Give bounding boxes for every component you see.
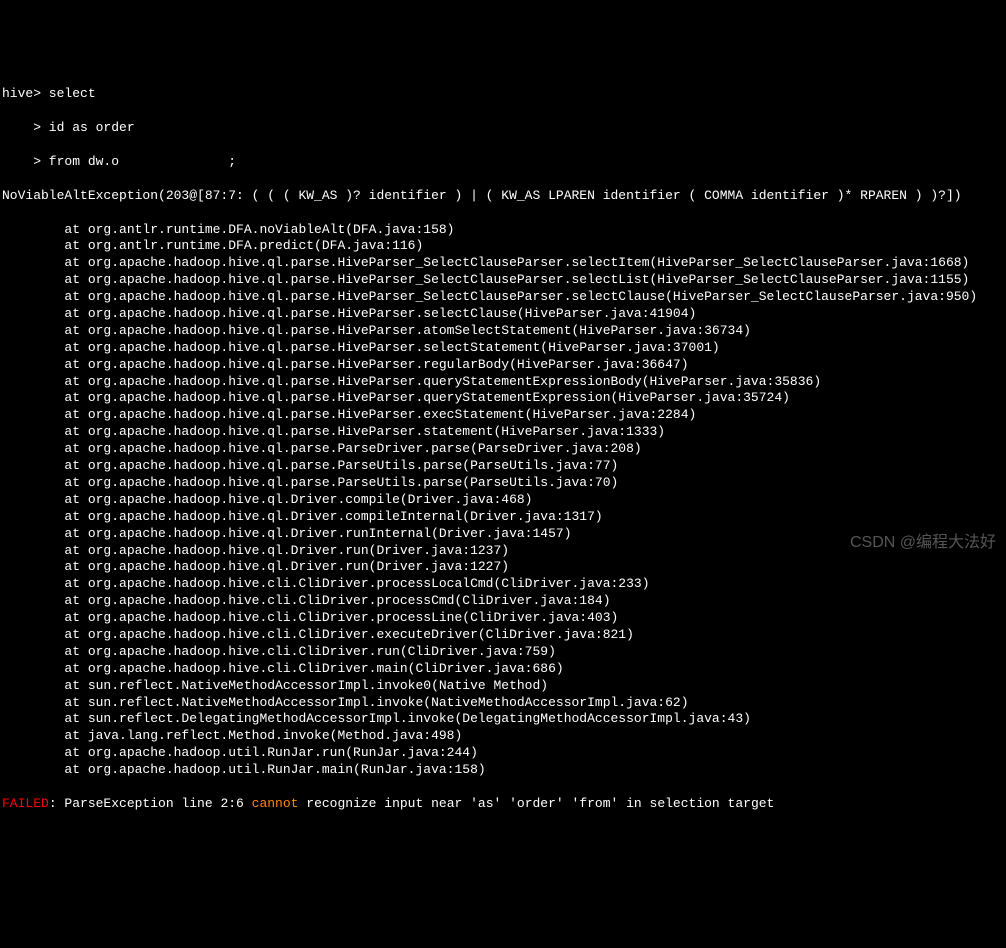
stack-trace-line: at org.apache.hadoop.hive.cli.CliDriver.… xyxy=(2,610,1004,627)
stack-trace-line: at org.apache.hadoop.hive.ql.parse.Parse… xyxy=(2,475,1004,492)
stack-trace-line: at org.apache.hadoop.hive.ql.parse.HiveP… xyxy=(2,340,1004,357)
stack-trace-line: at org.apache.hadoop.hive.ql.Driver.comp… xyxy=(2,509,1004,526)
stack-trace-line: at org.apache.hadoop.hive.ql.parse.HiveP… xyxy=(2,272,1004,289)
stack-trace-line: at org.apache.hadoop.util.RunJar.main(Ru… xyxy=(2,762,1004,779)
failed-label: FAILED xyxy=(2,796,49,811)
stack-trace-line: at org.apache.hadoop.hive.ql.parse.HiveP… xyxy=(2,255,1004,272)
stack-trace-line: at org.apache.hadoop.hive.ql.Driver.run(… xyxy=(2,559,1004,576)
parse-exception-prefix: ParseException line 2:6 xyxy=(64,796,251,811)
stack-trace-line: at org.apache.hadoop.hive.ql.parse.HiveP… xyxy=(2,323,1004,340)
stack-trace-line: at org.apache.hadoop.hive.ql.parse.HiveP… xyxy=(2,374,1004,391)
stack-trace-line: at org.apache.hadoop.hive.cli.CliDriver.… xyxy=(2,576,1004,593)
stack-trace-line: at sun.reflect.NativeMethodAccessorImpl.… xyxy=(2,695,1004,712)
cannot-keyword: cannot xyxy=(252,796,299,811)
hive-prompt-line-3: > from dw.o ; xyxy=(2,154,1004,171)
stack-trace-line: at org.apache.hadoop.hive.ql.parse.Parse… xyxy=(2,458,1004,475)
stack-trace-line: at java.lang.reflect.Method.invoke(Metho… xyxy=(2,728,1004,745)
terminal-output: hive> select > id as order > from dw.o ;… xyxy=(2,70,1004,830)
stack-trace-line: at org.apache.hadoop.hive.cli.CliDriver.… xyxy=(2,627,1004,644)
stack-trace-line: at org.apache.hadoop.hive.cli.CliDriver.… xyxy=(2,644,1004,661)
stack-trace-line: at org.apache.hadoop.hive.cli.CliDriver.… xyxy=(2,661,1004,678)
error-colon: : xyxy=(49,796,65,811)
stack-trace-line: at org.apache.hadoop.hive.ql.parse.HiveP… xyxy=(2,407,1004,424)
stack-trace-line: at sun.reflect.DelegatingMethodAccessorI… xyxy=(2,711,1004,728)
stack-trace-line: at sun.reflect.NativeMethodAccessorImpl.… xyxy=(2,678,1004,695)
watermark-text: CSDN @编程大法好 xyxy=(850,533,996,554)
stack-trace-line: at org.apache.hadoop.hive.ql.Driver.comp… xyxy=(2,492,1004,509)
stack-trace-line: at org.apache.hadoop.hive.ql.parse.Parse… xyxy=(2,441,1004,458)
stack-trace-line: at org.apache.hadoop.hive.ql.parse.HiveP… xyxy=(2,390,1004,407)
stack-trace-line: at org.antlr.runtime.DFA.predict(DFA.jav… xyxy=(2,238,1004,255)
hive-prompt-line-2: > id as order xyxy=(2,120,1004,137)
parse-exception-suffix: recognize input near 'as' 'order' 'from'… xyxy=(298,796,774,811)
stack-trace-line: at org.apache.hadoop.hive.cli.CliDriver.… xyxy=(2,593,1004,610)
error-line: FAILED: ParseException line 2:6 cannot r… xyxy=(2,796,1004,813)
stack-trace-line: at org.apache.hadoop.util.RunJar.run(Run… xyxy=(2,745,1004,762)
exception-header: NoViableAltException(203@[87:7: ( ( ( KW… xyxy=(2,188,1004,205)
stack-trace-line: at org.apache.hadoop.hive.ql.parse.HiveP… xyxy=(2,424,1004,441)
stack-trace-line: at org.antlr.runtime.DFA.noViableAlt(DFA… xyxy=(2,222,1004,239)
stack-trace-line: at org.apache.hadoop.hive.ql.parse.HiveP… xyxy=(2,289,1004,306)
stack-trace-line: at org.apache.hadoop.hive.ql.parse.HiveP… xyxy=(2,306,1004,323)
hive-prompt-line-1: hive> select xyxy=(2,86,1004,103)
stack-trace: at org.antlr.runtime.DFA.noViableAlt(DFA… xyxy=(2,222,1004,779)
stack-trace-line: at org.apache.hadoop.hive.ql.parse.HiveP… xyxy=(2,357,1004,374)
